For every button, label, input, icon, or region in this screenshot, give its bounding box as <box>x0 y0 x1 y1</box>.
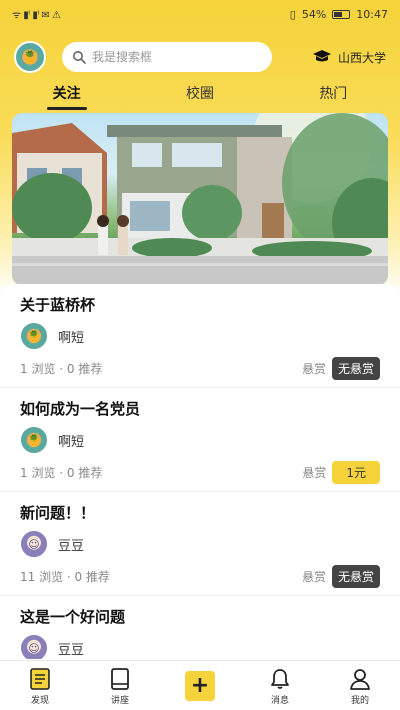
question-author: 🍍 啊短 <box>20 426 380 454</box>
author-avatar[interactable]: 🍍 <box>20 322 48 350</box>
nav-discover[interactable]: 发现 <box>10 665 70 706</box>
tab-campus[interactable]: 校圈 <box>174 81 226 105</box>
question-title: 如何成为一名党员 <box>20 400 141 418</box>
reward-badge: 无悬赏 <box>331 564 380 588</box>
reward: 悬赏 无悬赏 <box>301 356 380 380</box>
person-icon <box>350 669 370 690</box>
question-stats: 11 浏览 · 0 推荐 <box>20 569 110 584</box>
question-stats: 1 浏览 · 0 推荐 <box>20 465 103 480</box>
tab-hot[interactable]: 热门 <box>307 81 359 105</box>
clock: 10:47 <box>356 7 388 21</box>
nav-profile[interactable]: 我的 <box>330 665 390 706</box>
vibrate-icon: ▯ <box>289 7 296 21</box>
status-icons-left: ᯤ ▮ᴵ ▮ᴵ ✉ ⚠ <box>12 10 61 21</box>
author-name: 啊短 <box>58 330 85 346</box>
tab-following[interactable]: 关注 <box>41 81 93 110</box>
school-name: 山西大学 <box>337 50 386 65</box>
school-selector[interactable]: 山西大学 <box>312 49 386 66</box>
question-author: ☺ 豆豆 <box>20 530 380 558</box>
nav-label: 我的 <box>350 696 369 706</box>
author-name: 豆豆 <box>58 642 85 658</box>
nav-lectures[interactable]: 讲座 <box>90 665 150 706</box>
reward-badge: 1元 <box>332 460 380 484</box>
question-title: 新问题！！ <box>20 504 96 522</box>
bottom-navigation: 发现 讲座 + 消息 我的 <box>0 660 400 710</box>
search-input[interactable] <box>92 50 262 64</box>
nav-messages[interactable]: 消息 <box>250 665 310 706</box>
question-card[interactable]: 这是一个好问题 ☺ 豆豆 <box>0 596 400 659</box>
nav-add[interactable]: + <box>170 670 230 701</box>
nav-label: 发现 <box>30 696 49 706</box>
status-bar: ᯤ ▮ᴵ ▮ᴵ ✉ ⚠ ▯ 54% 10:47 <box>0 0 400 28</box>
author-avatar[interactable]: ☺ <box>20 530 48 558</box>
user-avatar[interactable]: 🍍 <box>14 41 46 73</box>
nav-label: 消息 <box>270 696 289 706</box>
bell-icon <box>271 669 289 689</box>
reward-label: 悬赏 <box>302 465 327 480</box>
battery-percent: 54% <box>301 7 327 21</box>
question-author: 🍍 啊短 <box>20 322 380 350</box>
question-card[interactable]: 关于蓝桥杯 🍍 啊短 1 浏览 · 0 推荐 悬赏 无悬赏 <box>0 284 400 388</box>
nav-label: 讲座 <box>110 696 129 706</box>
question-meta: 1 浏览 · 0 推荐 悬赏 1元 <box>20 460 380 484</box>
battery-icon <box>332 9 351 19</box>
author-name: 豆豆 <box>58 538 85 554</box>
question-author: ☺ 豆豆 <box>20 634 380 659</box>
banner-image[interactable] <box>12 113 388 285</box>
search-bar[interactable] <box>62 42 272 72</box>
graduation-cap-icon <box>312 50 331 62</box>
question-feed: 关于蓝桥杯 🍍 啊短 1 浏览 · 0 推荐 悬赏 无悬赏 如何成为一名党员 🍍… <box>0 284 400 659</box>
author-name: 啊短 <box>58 434 85 450</box>
reward-label: 悬赏 <box>301 569 326 584</box>
reward: 悬赏 无悬赏 <box>301 564 380 588</box>
reward-badge: 无悬赏 <box>331 356 380 380</box>
question-stats: 1 浏览 · 0 推荐 <box>20 361 103 376</box>
status-icons-right: ▯ 54% 10:47 <box>290 8 388 21</box>
author-avatar[interactable]: 🍍 <box>20 426 48 454</box>
app-header: 🍍 山西大学 <box>0 38 400 76</box>
question-meta: 1 浏览 · 0 推荐 悬赏 无悬赏 <box>20 356 380 380</box>
question-title: 这是一个好问题 <box>20 608 126 626</box>
question-card[interactable]: 新问题！！ ☺ 豆豆 11 浏览 · 0 推荐 悬赏 无悬赏 <box>0 492 400 596</box>
question-meta: 11 浏览 · 0 推荐 悬赏 无悬赏 <box>20 564 380 588</box>
question-card[interactable]: 如何成为一名党员 🍍 啊短 1 浏览 · 0 推荐 悬赏 1元 <box>0 388 400 492</box>
book-icon <box>111 668 129 690</box>
feed-tabs: 关注 校圈 热门 <box>0 78 400 110</box>
plus-icon[interactable]: + <box>185 670 215 701</box>
author-avatar[interactable]: ☺ <box>20 634 48 659</box>
question-title: 关于蓝桥杯 <box>20 296 96 314</box>
reward-label: 悬赏 <box>301 361 326 376</box>
banner-illustration <box>12 113 388 285</box>
document-icon <box>30 668 50 690</box>
reward: 悬赏 1元 <box>302 460 380 484</box>
search-icon <box>73 51 86 64</box>
